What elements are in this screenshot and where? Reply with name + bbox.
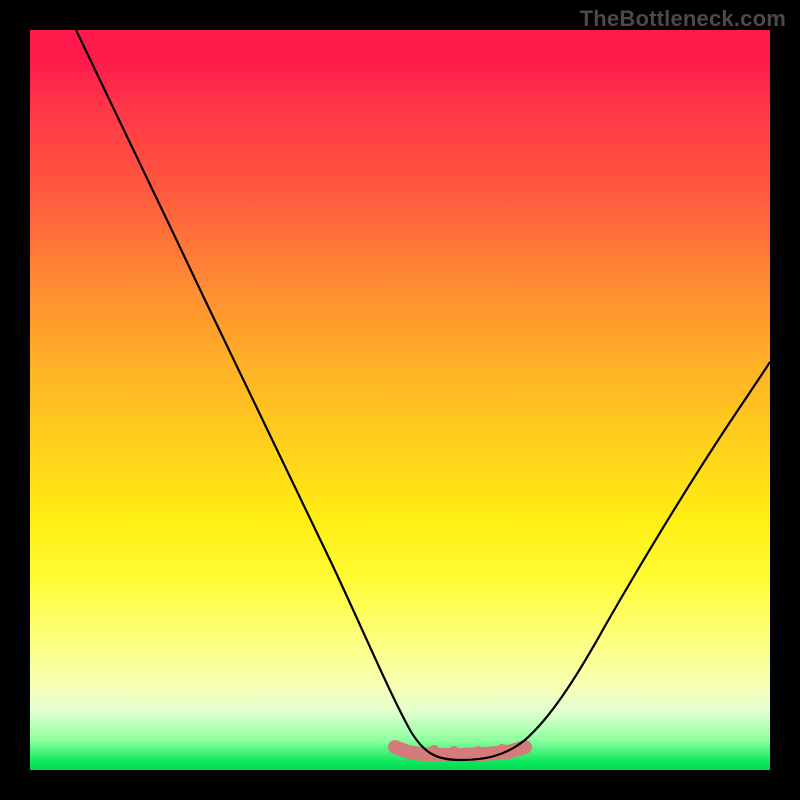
- curve-layer: [30, 30, 770, 770]
- chart-stage: TheBottleneck.com: [0, 0, 800, 800]
- watermark-text: TheBottleneck.com: [580, 6, 786, 32]
- bottleneck-curve: [76, 30, 770, 760]
- plot-area: [30, 30, 770, 770]
